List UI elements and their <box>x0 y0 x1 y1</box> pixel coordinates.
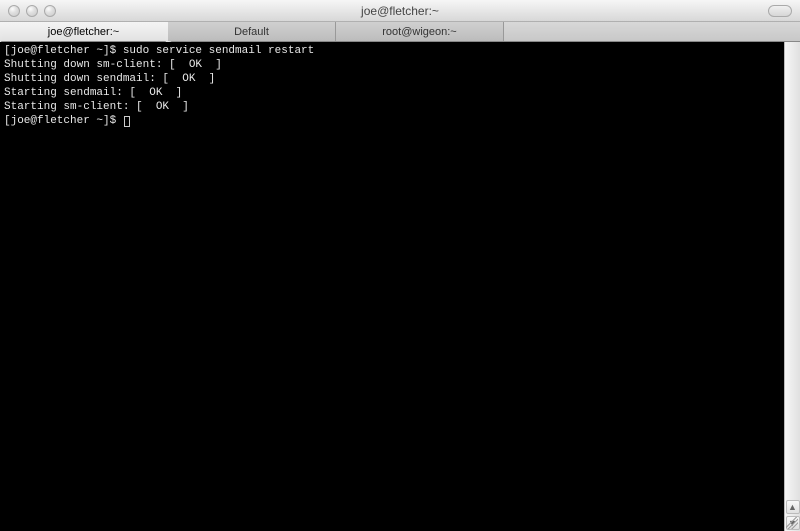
resize-grip[interactable] <box>786 517 798 529</box>
traffic-lights <box>0 5 56 17</box>
minimize-button[interactable] <box>26 5 38 17</box>
window-title: joe@fletcher:~ <box>361 4 439 18</box>
titlebar-pill-button[interactable] <box>768 5 792 17</box>
terminal-window: joe@fletcher:~ joe@fletcher:~ Default ro… <box>0 0 800 531</box>
titlebar[interactable]: joe@fletcher:~ <box>0 0 800 22</box>
tab-joe-fletcher[interactable]: joe@fletcher:~ <box>0 22 168 41</box>
tab-label: joe@fletcher:~ <box>48 26 119 38</box>
scrollbar[interactable]: ▲ ▼ <box>784 42 800 531</box>
zoom-button[interactable] <box>44 5 56 17</box>
tab-bar: joe@fletcher:~ Default root@wigeon:~ <box>0 22 800 42</box>
scroll-track[interactable] <box>785 42 800 499</box>
tab-default[interactable]: Default <box>168 22 336 41</box>
tab-label: root@wigeon:~ <box>382 26 456 38</box>
chevron-up-icon: ▲ <box>788 502 797 512</box>
cursor <box>124 116 130 127</box>
close-button[interactable] <box>8 5 20 17</box>
terminal-output[interactable]: [joe@fletcher ~]$ sudo service sendmail … <box>0 42 784 531</box>
scroll-up-arrow[interactable]: ▲ <box>786 500 800 514</box>
tab-root-wigeon[interactable]: root@wigeon:~ <box>336 22 504 41</box>
tab-label: Default <box>234 26 269 38</box>
terminal-area: [joe@fletcher ~]$ sudo service sendmail … <box>0 42 800 531</box>
